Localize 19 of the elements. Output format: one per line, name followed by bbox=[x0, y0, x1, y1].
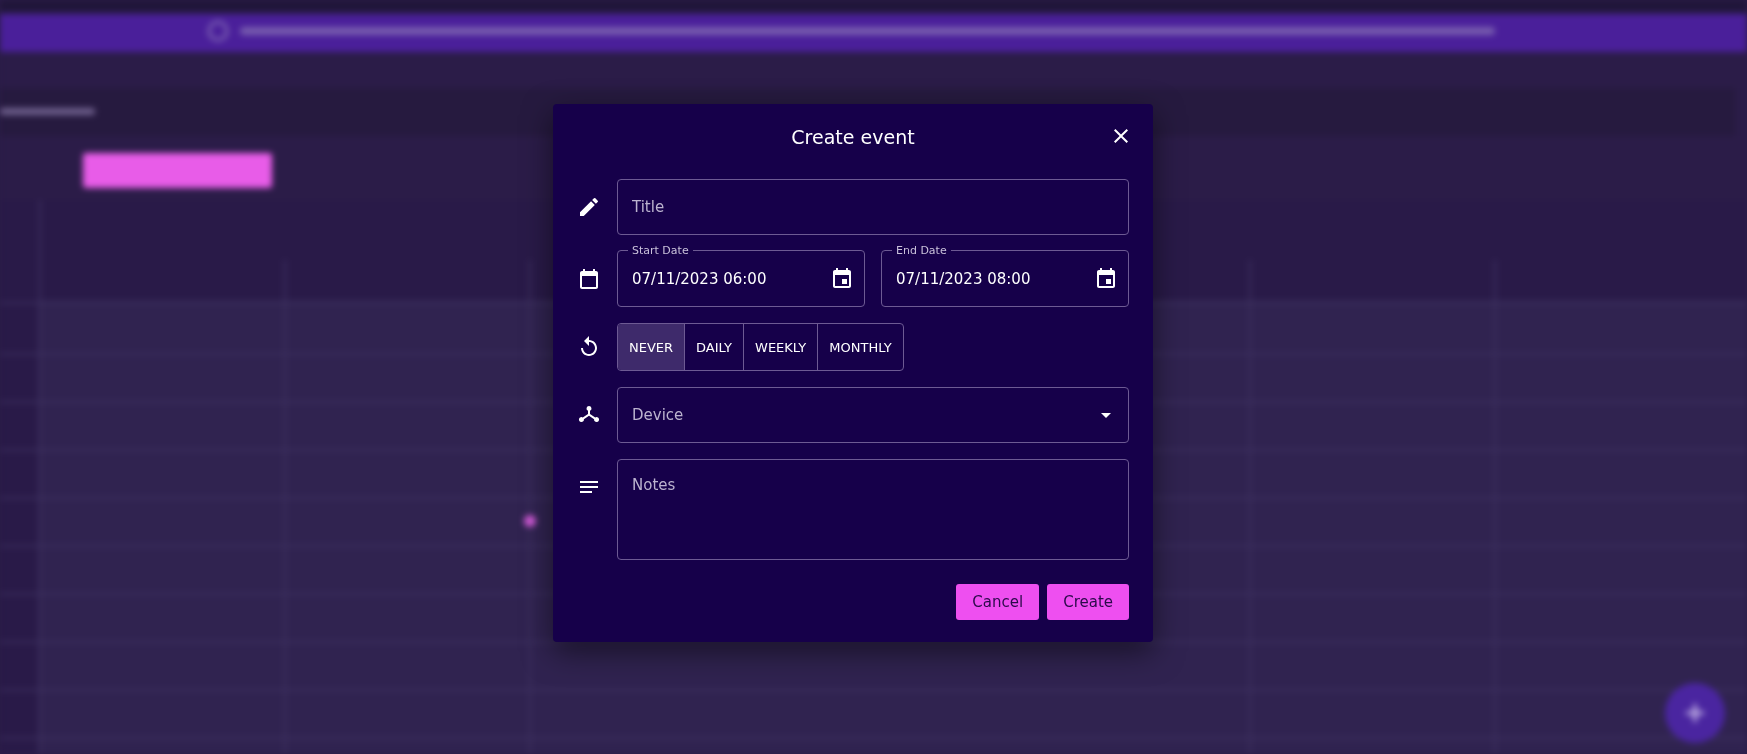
calendar-icon bbox=[577, 267, 601, 291]
date-field-label: End Date bbox=[895, 244, 948, 257]
date-field-label: Start Date bbox=[631, 244, 690, 257]
calendar-icon[interactable] bbox=[1094, 266, 1118, 291]
calendar-icon[interactable] bbox=[830, 266, 854, 291]
notes-field[interactable]: Notes bbox=[617, 459, 1129, 560]
device-dropdown[interactable]: Device bbox=[617, 387, 1129, 443]
repeat-option[interactable]: DAILY bbox=[684, 324, 744, 370]
repeat-option[interactable]: MONTHLY bbox=[817, 324, 903, 370]
start-date-field[interactable]: 07/11/2023 06:00 bbox=[632, 269, 830, 288]
end-date-field[interactable]: 07/11/2023 08:00 bbox=[896, 269, 1094, 288]
cancel-button[interactable]: Cancel bbox=[956, 584, 1040, 620]
dialog-title: Create event bbox=[791, 126, 915, 148]
repeat-option[interactable]: WEEKLY bbox=[743, 324, 818, 370]
pencil-icon bbox=[577, 195, 601, 219]
repeat-option[interactable]: NEVER bbox=[618, 324, 685, 370]
caret-icon bbox=[1101, 412, 1111, 418]
create-button[interactable]: Create bbox=[1047, 584, 1129, 620]
title-field[interactable]: Title bbox=[617, 179, 1129, 235]
